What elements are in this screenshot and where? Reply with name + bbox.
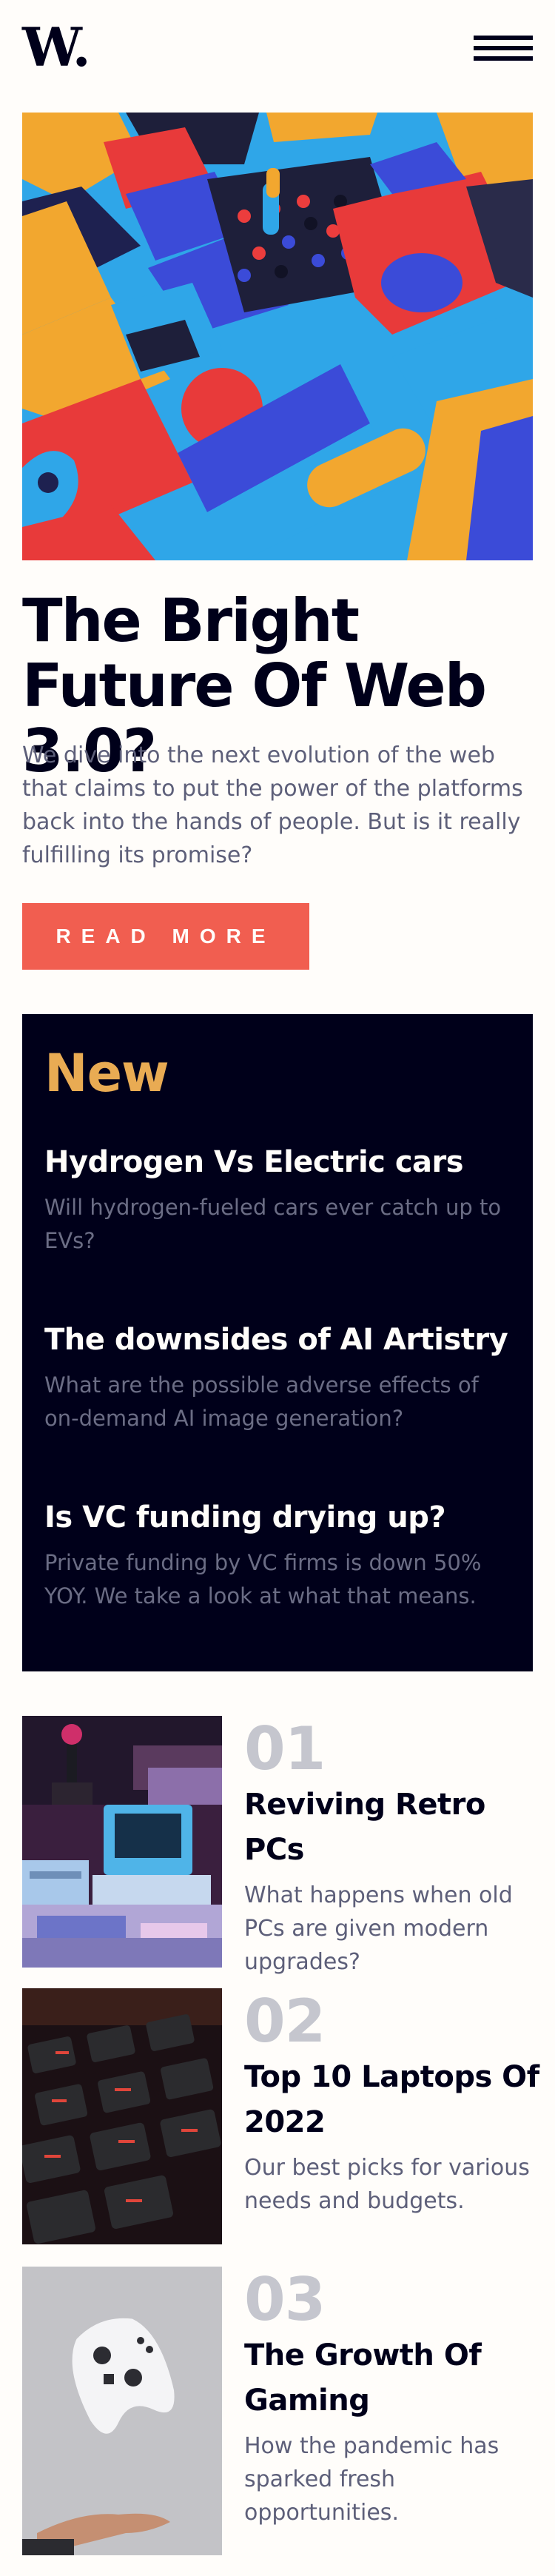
- article-text: 03 The Growth Of Gaming How the pandemic…: [244, 2267, 540, 2529]
- laptop-keyboard-thumbnail[interactable]: [22, 1988, 222, 2244]
- site-header: W.: [22, 21, 533, 74]
- new-articles-panel: New Hydrogen Vs Electric cars Will hydro…: [22, 1014, 533, 1671]
- article-text: 01 Reviving Retro PCs What happens when …: [244, 1716, 540, 1979]
- new-article-title[interactable]: The downsides of AI Artistry: [44, 1321, 511, 1358]
- new-article-title[interactable]: Is VC funding drying up?: [44, 1499, 511, 1536]
- page: W. The Bright Future Of Web 3.0? We dive…: [0, 0, 555, 2576]
- article-number: 01: [244, 1714, 326, 1783]
- numbered-article-item: 02 Top 10 Laptops Of 2022 Our best picks…: [22, 1988, 539, 2244]
- article-description: Our best picks for various needs and bud…: [244, 2155, 530, 2214]
- numbered-article-item: 01 Reviving Retro PCs What happens when …: [22, 1716, 533, 1975]
- numbered-article-item: 03 The Growth Of Gaming How the pandemic…: [22, 2267, 533, 2555]
- menu-bar: [474, 46, 533, 50]
- site-logo[interactable]: W.: [22, 21, 91, 74]
- new-article-item: Is VC funding drying up? Private funding…: [44, 1499, 511, 1613]
- hero-image: [22, 113, 533, 560]
- menu-bar: [474, 36, 533, 40]
- new-article-item: Hydrogen Vs Electric cars Will hydrogen-…: [44, 1144, 511, 1258]
- article-title[interactable]: Top 10 Laptops Of 2022: [244, 2055, 540, 2145]
- article-description: What happens when old PCs are given mode…: [244, 1882, 513, 1975]
- read-more-button[interactable]: Read more: [22, 903, 309, 970]
- new-article-item: The downsides of AI Artistry What are th…: [44, 1321, 511, 1435]
- new-article-description: Private funding by VC firms is down 50% …: [44, 1550, 482, 1609]
- article-title[interactable]: The Growth Of Gaming: [244, 2333, 540, 2424]
- article-text: 02 Top 10 Laptops Of 2022 Our best picks…: [244, 1988, 540, 2218]
- new-article-description: What are the possible adverse effects of…: [44, 1372, 479, 1431]
- new-article-title[interactable]: Hydrogen Vs Electric cars: [44, 1144, 511, 1181]
- article-number: 02: [244, 1987, 326, 2056]
- gaming-controller-thumbnail[interactable]: [22, 2267, 222, 2555]
- retro-pc-thumbnail[interactable]: [22, 1716, 222, 1968]
- article-description: How the pandemic has sparked fresh oppor…: [244, 2433, 500, 2526]
- new-section-heading: New: [44, 1043, 169, 1104]
- article-title[interactable]: Reviving Retro PCs: [244, 1782, 540, 1873]
- article-number: 03: [244, 2265, 326, 2334]
- hero-description: We dive into the next evolution of the w…: [22, 742, 523, 868]
- menu-bar: [474, 56, 533, 61]
- hamburger-menu-icon[interactable]: [474, 36, 533, 65]
- new-article-description: Will hydrogen-fueled cars ever catch up …: [44, 1195, 502, 1253]
